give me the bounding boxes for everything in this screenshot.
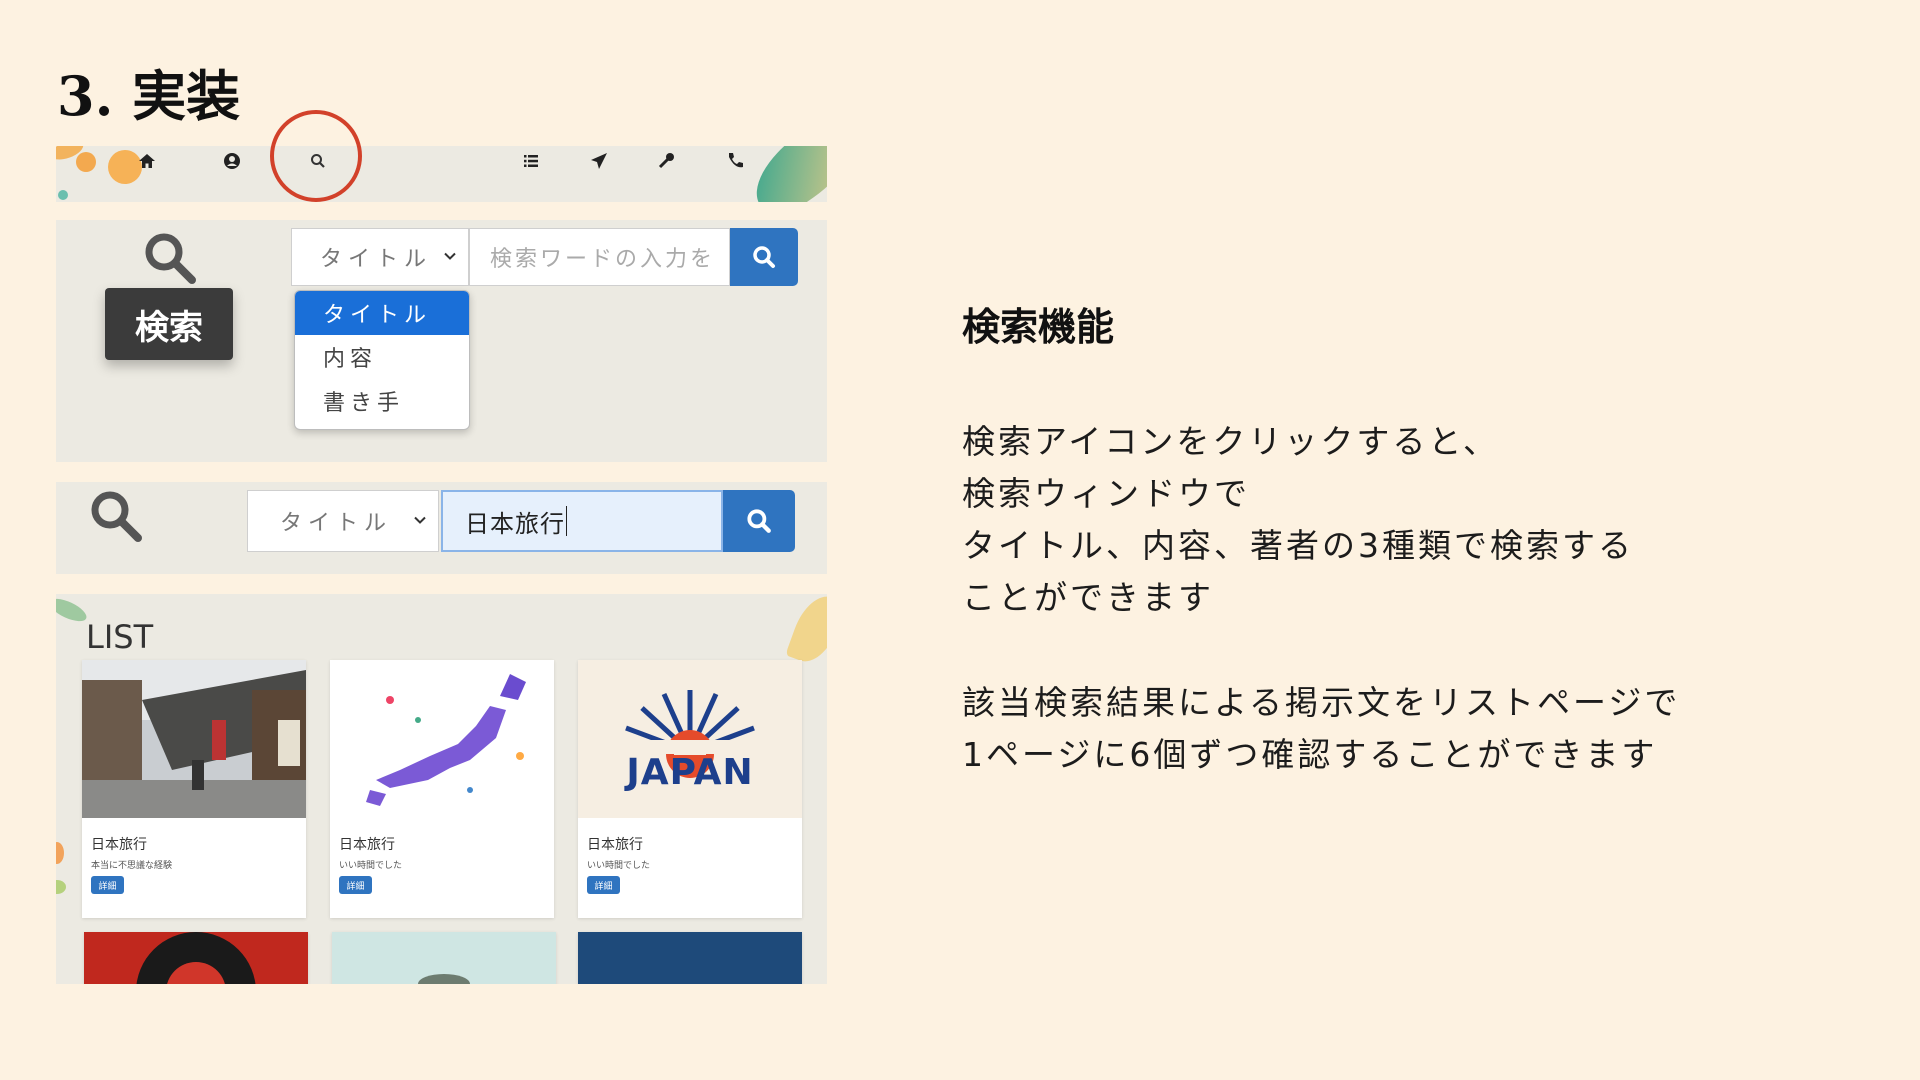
search-type-select-value: タイトル xyxy=(320,247,433,272)
post-detail-button[interactable]: 詳細 xyxy=(587,876,620,894)
post-card[interactable]: 日本旅行 いい時間でした 詳細 xyxy=(330,660,554,918)
decor-leaf xyxy=(56,842,64,864)
search-icon-highlight-circle xyxy=(270,110,362,202)
list-title: LIST xyxy=(86,618,154,656)
japan-sun-logo xyxy=(608,690,772,778)
post-thumbnail: JAPAN xyxy=(578,660,802,818)
post-thumbnail xyxy=(418,974,470,984)
decor-leaf xyxy=(58,190,68,200)
post-subtitle: いい時間でした xyxy=(339,861,403,871)
nav-bar xyxy=(56,146,827,202)
chevron-down-icon xyxy=(412,509,428,534)
decor-leaf xyxy=(76,152,96,172)
search-input-value: 日本旅行 xyxy=(465,509,565,538)
decor-leaf xyxy=(739,146,827,202)
phone-icon[interactable] xyxy=(720,146,750,176)
post-thumbnail xyxy=(330,660,554,818)
dropdown-option-content[interactable]: 内容 xyxy=(295,335,469,379)
dropdown-option-author[interactable]: 書き手 xyxy=(295,379,469,423)
chevron-down-icon xyxy=(442,245,458,270)
post-subtitle: いい時間でした xyxy=(587,861,651,871)
post-detail-button[interactable]: 詳細 xyxy=(339,876,372,894)
description-line: ことができます xyxy=(962,578,1214,617)
search-submit-button[interactable] xyxy=(730,228,798,286)
post-card[interactable] xyxy=(84,932,308,984)
post-card[interactable] xyxy=(332,932,556,984)
post-subtitle: 本当に不思議な経験 xyxy=(91,861,173,871)
search-type-select-value: タイトル xyxy=(280,511,393,536)
search-type-select[interactable]: タイトル xyxy=(247,490,439,552)
list-icon[interactable] xyxy=(516,146,546,176)
decor-leaf xyxy=(785,594,827,669)
search-input[interactable]: 検索ワードの入力を xyxy=(469,228,730,286)
japan-logo-text: JAPAN xyxy=(626,752,754,793)
search-input[interactable]: 日本旅行 xyxy=(441,490,723,552)
search-tooltip: 検索 xyxy=(105,288,233,360)
description-line: 検索ウィンドウで xyxy=(962,474,1250,513)
list-page: LIST 日本旅行 本当に不思議な経験 詳細 日本旅行 いい時間でした 詳細 J… xyxy=(56,594,827,984)
search-type-dropdown: タイトル 内容 書き手 xyxy=(294,290,470,430)
dropdown-option-title[interactable]: タイトル xyxy=(295,291,469,335)
home-icon[interactable] xyxy=(132,146,162,176)
feature-heading: 検索機能 xyxy=(962,305,1115,349)
search-icon xyxy=(753,246,775,268)
key-icon[interactable] xyxy=(652,146,682,176)
post-detail-button[interactable]: 詳細 xyxy=(91,876,124,894)
decor-leaf xyxy=(56,594,90,626)
description-line: 該当検索結果による掲示文をリストページで xyxy=(962,683,1681,722)
text-cursor xyxy=(566,506,567,536)
description-line: 検索アイコンをクリックすると、 xyxy=(962,422,1500,461)
post-title: 日本旅行 xyxy=(587,837,643,853)
description-line: 1ページに6個ずつ確認することができます xyxy=(962,735,1658,774)
decor-leaf xyxy=(56,880,66,894)
search-submit-button[interactable] xyxy=(723,490,795,552)
search-type-select[interactable]: タイトル xyxy=(291,228,469,286)
search-window-filled: タイトル 日本旅行 xyxy=(56,482,827,574)
post-card[interactable] xyxy=(578,932,802,984)
user-circle-icon[interactable] xyxy=(217,146,247,176)
post-card[interactable]: 日本旅行 本当に不思議な経験 詳細 xyxy=(82,660,306,918)
post-title: 日本旅行 xyxy=(91,837,147,853)
paper-plane-icon[interactable] xyxy=(584,146,614,176)
search-icon xyxy=(747,509,771,533)
post-title: 日本旅行 xyxy=(339,837,395,853)
search-icon xyxy=(142,230,198,290)
search-icon xyxy=(88,488,144,548)
description-line: タイトル、内容、著者の3種類で検索する xyxy=(962,526,1634,565)
post-card[interactable]: JAPAN 日本旅行 いい時間でした 詳細 xyxy=(578,660,802,918)
slide-title: 3. 実装 xyxy=(57,64,241,128)
post-thumbnail xyxy=(82,660,306,818)
post-thumbnail xyxy=(136,932,256,984)
